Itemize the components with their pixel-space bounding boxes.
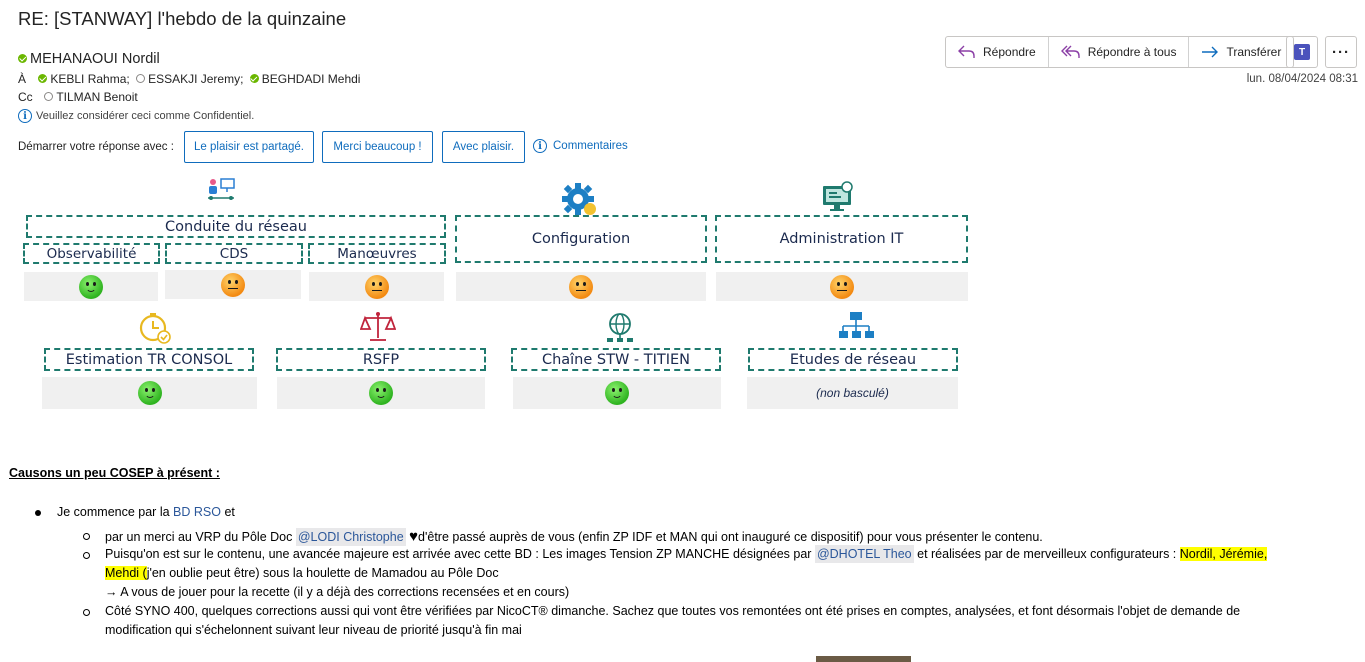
quick-reply-button[interactable]: Le plaisir est partagé. [184,131,314,163]
sub-bullet-item: par un merci au VRP du Pôle Doc @LODI Ch… [105,528,1043,546]
sent-date: lun. 08/04/2024 08:31 [1246,73,1358,85]
group-title: Conduite du réseau [26,215,446,238]
comment-icon: i [533,139,547,153]
status-cell: (non basculé) [747,377,958,409]
cc-label: Cc [18,90,33,104]
stopwatch-icon [139,313,171,344]
happy-smiley-icon [79,274,103,299]
status-cell [309,272,444,301]
status-cell [716,272,968,301]
bullet [35,510,41,516]
arrow-icon: → [105,585,118,599]
happy-smiley-icon [137,381,162,405]
inline-image [816,656,911,662]
network-diagram-icon [839,312,874,338]
status-cell [277,377,485,409]
status-cell [456,272,706,301]
presence-available-icon [249,74,259,83]
mention[interactable]: @LODI Christophe [295,528,406,546]
globe-network-icon [607,313,633,342]
admin-computer-icon [823,181,853,211]
to-line: À KEBLI Rahma; ESSAKJI Jeremy; BEGHDADI … [18,72,360,86]
status-cell [42,377,257,409]
happy-smiley-icon [369,381,393,405]
indicator-label: Observabilité [23,243,160,264]
cc-line: Cc TILMAN Benoit [18,90,138,104]
email-subject: RE: [STANWAY] l'hebdo de la quinzaine [18,8,347,29]
sub-bullet [83,609,90,616]
status-cell [165,270,301,299]
reply-all-button[interactable]: Répondre à tous [1049,37,1190,67]
sender-name: MEHANAOUI Nordil [30,51,160,67]
happy-smiley-icon [605,381,629,405]
status-cell [513,377,721,409]
recipient[interactable]: TILMAN Benoit [44,90,138,104]
sub-bullet-item: Côté SYNO 400, quelques corrections auss… [105,604,1241,618]
reply-all-icon [1060,45,1080,58]
mention[interactable]: @DHOTEL Theo [814,545,914,563]
neutral-smiley-icon [569,274,593,299]
presence-offline-icon [136,74,146,83]
quick-reply-label: Démarrer votre réponse avec : [18,141,174,153]
status-text: (non basculé) [816,386,889,400]
indicator-label: CDS [165,243,303,264]
recipient[interactable]: ESSAKJI Jeremy; [136,72,243,86]
message-actions: Répondre Répondre à tous Transférer [945,36,1295,68]
gear-icon [562,183,596,215]
recipient[interactable]: KEBLI Rahma; [38,72,130,86]
neutral-smiley-icon [830,274,854,299]
sender[interactable]: MEHANAOUI Nordil [18,51,160,67]
balance-scale-icon [360,312,396,341]
quick-reply-button[interactable]: Merci beaucoup ! [322,131,433,163]
indicator-label: Etudes de réseau [748,348,958,371]
heart-icon: ♥ [409,528,419,545]
teams-icon: T [1294,44,1310,60]
confidential-notice: i Veuillez considérer ceci comme Confide… [18,109,254,123]
reply-icon [958,45,975,58]
presence-offline-icon [44,92,54,101]
neutral-smiley-icon [221,272,245,297]
section-heading: Causons un peu COSEP à présent : [9,466,220,480]
more-actions-button[interactable]: ··· [1325,36,1357,68]
sub-bullet-item: Puisqu'on est sur le contenu, une avancé… [105,545,1268,563]
network-operator-icon [208,178,235,200]
quick-reply-button[interactable]: Avec plaisir. [442,131,525,163]
sub-bullet [83,533,90,540]
sub-bullet-continuation: → A vous de jouer pour la recette (il y … [105,585,570,599]
info-icon: i [18,109,32,123]
sub-bullet [83,552,90,559]
indicator-label: RSFP [276,348,486,371]
presence-available-icon [38,74,48,83]
presence-available-icon [18,54,27,63]
neutral-smiley-icon [364,274,389,299]
status-cell [24,272,158,301]
sub-bullet-continuation: modification qui s'échelonnent suivant l… [105,623,522,637]
to-label: À [18,72,27,86]
bullet-item: Je commence par la BD RSO et [57,505,235,519]
indicator-label: Manœuvres [308,243,446,264]
bd-rso-link[interactable]: BD RSO [173,505,221,519]
indicator-label: Estimation TR CONSOL [44,348,254,371]
indicator-label: Chaîne STW - TITIEN [511,348,721,371]
comments-button[interactable]: i Commentaires [533,139,628,153]
teams-button[interactable]: T [1286,36,1318,68]
highlighted-names: Nordil, Jérémie, [1179,547,1268,561]
sub-bullet-continuation: Mehdi (j'en oublie peut être) sous la ho… [105,566,499,580]
forward-button[interactable]: Transférer [1189,37,1293,67]
reply-button[interactable]: Répondre [946,37,1049,67]
forward-icon [1202,46,1219,58]
recipient[interactable]: BEGHDADI Mehdi [249,72,360,86]
indicator-label: Administration IT [715,215,968,263]
indicator-label: Configuration [455,215,707,263]
